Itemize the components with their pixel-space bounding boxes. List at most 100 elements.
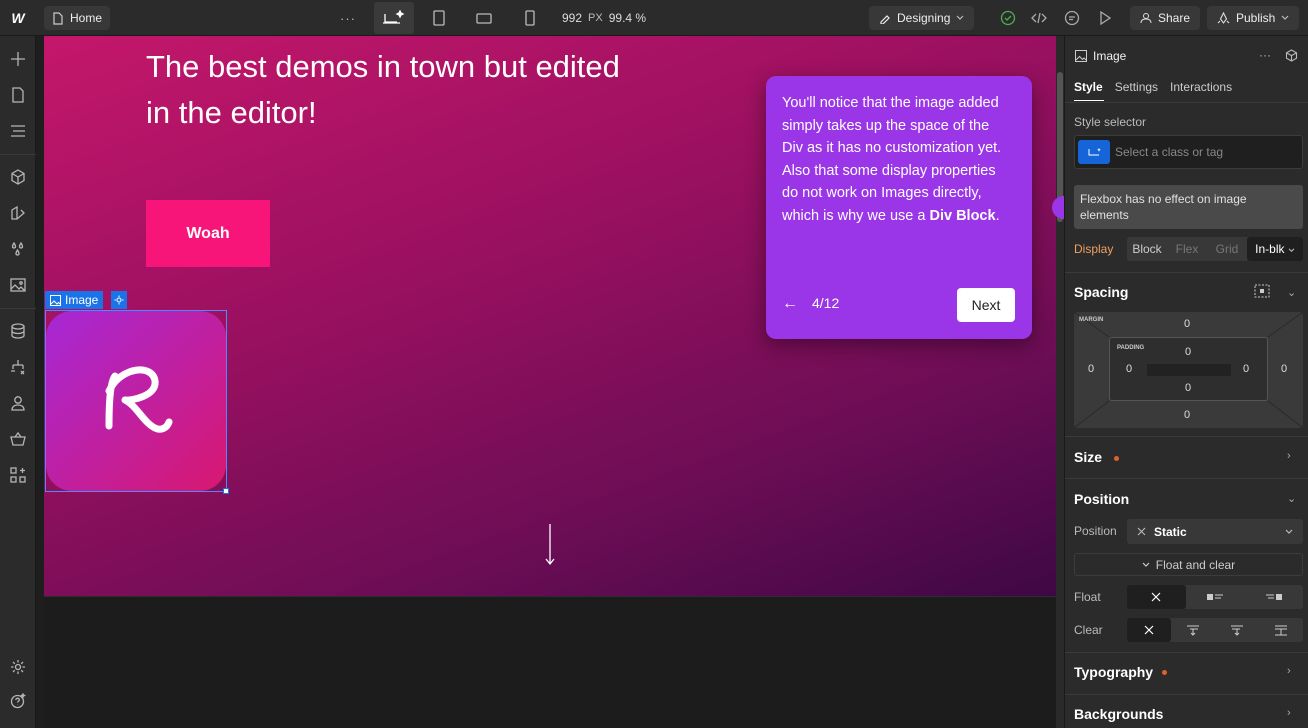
add-elements-button[interactable] — [6, 47, 30, 71]
chevron-down-icon — [1142, 562, 1150, 567]
selector-placeholder: Select a class or tag — [1115, 145, 1224, 159]
size-section-title[interactable]: Size — [1074, 449, 1102, 465]
chevron-down-icon[interactable]: ⌄ — [1287, 492, 1296, 505]
brush-icon — [880, 15, 890, 24]
float-none-option[interactable] — [1127, 585, 1186, 609]
plus-icon — [11, 52, 25, 66]
apps-button[interactable] — [6, 463, 30, 487]
app-logo-image[interactable] — [46, 311, 226, 491]
navigator-button[interactable] — [6, 119, 30, 143]
element-settings-button[interactable] — [111, 291, 127, 309]
canvas-unit: PX — [588, 12, 603, 24]
chevron-down-icon[interactable]: ⌄ — [1287, 286, 1296, 299]
tooltip-back-button[interactable]: ← — [782, 295, 798, 313]
share-button[interactable]: Share — [1130, 6, 1201, 30]
pages-button[interactable] — [6, 83, 30, 107]
breakpoint-tablet-button[interactable] — [419, 2, 459, 34]
breakpoint-desktop-button[interactable] — [374, 2, 414, 34]
tooltip-next-button[interactable]: Next — [957, 288, 1015, 322]
mode-dropdown[interactable]: Designing — [869, 6, 975, 30]
margin-top-value[interactable]: 0 — [1184, 318, 1190, 330]
position-section-title[interactable]: Position — [1074, 491, 1129, 507]
chevron-right-icon[interactable]: › — [1287, 707, 1291, 719]
apps-grid-icon — [10, 467, 26, 483]
display-block-option[interactable]: Block — [1127, 242, 1167, 256]
woah-button[interactable]: Woah — [146, 200, 270, 267]
float-left-option[interactable] — [1186, 585, 1245, 609]
display-flex-option[interactable]: Flex — [1167, 242, 1207, 256]
code-icon — [1031, 12, 1047, 24]
comments-button[interactable] — [1060, 6, 1084, 30]
code-export-button[interactable] — [1027, 6, 1051, 30]
padding-bottom-value[interactable]: 0 — [1185, 382, 1191, 394]
typography-section-title[interactable]: Typography — [1074, 664, 1153, 680]
margin-left-value[interactable]: 0 — [1088, 363, 1094, 375]
users-button[interactable] — [6, 391, 30, 415]
padding-left-value[interactable]: 0 — [1126, 363, 1132, 375]
clear-left-option[interactable] — [1171, 618, 1215, 642]
clear-none-option[interactable] — [1127, 618, 1171, 642]
components-button[interactable] — [6, 165, 30, 189]
panel-element-header: Image — [1075, 49, 1126, 63]
audit-check-button[interactable] — [996, 6, 1020, 30]
tab-interactions[interactable]: Interactions — [1170, 80, 1232, 94]
padding-top-value[interactable]: 0 — [1185, 346, 1191, 358]
clear-both-option[interactable] — [1259, 618, 1303, 642]
style-selector-input[interactable]: Select a class or tag — [1074, 135, 1303, 169]
clear-right-option[interactable] — [1215, 618, 1259, 642]
user-icon — [11, 396, 25, 411]
webflow-logo[interactable]: W — [0, 0, 36, 36]
selected-element-tag[interactable]: Image — [45, 291, 104, 309]
next-section[interactable] — [44, 596, 1056, 728]
spacing-editor: MARGIN 0 0 0 0 PADDING 0 0 0 0 — [1074, 312, 1303, 428]
display-inline-block-option[interactable]: In-blk — [1247, 237, 1303, 261]
display-grid-option[interactable]: Grid — [1207, 242, 1247, 256]
toolbar-divider — [0, 308, 36, 309]
assets-button[interactable] — [6, 273, 30, 297]
float-left-icon — [1207, 594, 1223, 600]
selector-element-chip[interactable] — [1078, 140, 1110, 164]
chevron-right-icon[interactable]: › — [1287, 450, 1291, 462]
style-panel: Image ··· Style Settings Interactions St… — [1064, 36, 1308, 728]
position-select[interactable]: Static — [1127, 519, 1303, 544]
tab-style[interactable]: Style — [1074, 80, 1103, 94]
padding-right-value[interactable]: 0 — [1243, 363, 1249, 375]
panel-more-button[interactable]: ··· — [1259, 48, 1271, 62]
display-label: Display — [1074, 242, 1114, 256]
content-box — [1147, 364, 1231, 376]
tooltip-text-body: You'll notice that the image added simpl… — [782, 95, 1002, 224]
chevron-right-icon[interactable]: › — [1287, 665, 1291, 677]
styles-button[interactable] — [6, 201, 30, 225]
hero-heading[interactable]: The best demos in town but edited in the… — [146, 44, 646, 136]
clear-right-icon — [1231, 625, 1243, 636]
float-and-clear-toggle[interactable]: Float and clear — [1074, 553, 1303, 576]
canvas-scrollbar[interactable] — [1056, 36, 1064, 728]
margin-bottom-value[interactable]: 0 — [1184, 409, 1190, 421]
more-options-button[interactable]: ··· — [336, 6, 360, 30]
float-right-option[interactable] — [1244, 585, 1303, 609]
publish-button[interactable]: Publish — [1207, 6, 1300, 30]
page-selector-button[interactable]: Home — [44, 6, 111, 30]
tab-settings[interactable]: Settings — [1115, 80, 1158, 94]
cms-button[interactable] — [6, 319, 30, 343]
settings-button[interactable] — [6, 655, 30, 679]
spacing-section-title[interactable]: Spacing — [1074, 284, 1128, 300]
resize-handle[interactable] — [223, 488, 229, 494]
play-icon — [1100, 11, 1112, 25]
help-button[interactable] — [6, 689, 30, 713]
margin-right-value[interactable]: 0 — [1281, 363, 1287, 375]
breakpoint-portrait-button[interactable] — [510, 2, 550, 34]
modified-indicator-dot — [1114, 456, 1119, 461]
logic-button[interactable] — [6, 355, 30, 379]
variables-button[interactable] — [6, 237, 30, 261]
breakpoint-landscape-button[interactable] — [464, 2, 504, 34]
zoom-level[interactable]: 99.4 % — [609, 11, 646, 25]
position-value: Static — [1154, 524, 1187, 539]
backgrounds-section-title[interactable]: Backgrounds — [1074, 706, 1163, 722]
preview-button[interactable] — [1093, 6, 1117, 30]
style-selector-label: Style selector — [1074, 115, 1147, 129]
spacing-preset-button[interactable] — [1254, 284, 1270, 301]
create-component-button[interactable] — [1285, 49, 1298, 65]
ecommerce-button[interactable] — [6, 427, 30, 451]
webflow-designer: W Home ··· 992 PX 99.4 % Designing Share… — [0, 0, 1308, 728]
